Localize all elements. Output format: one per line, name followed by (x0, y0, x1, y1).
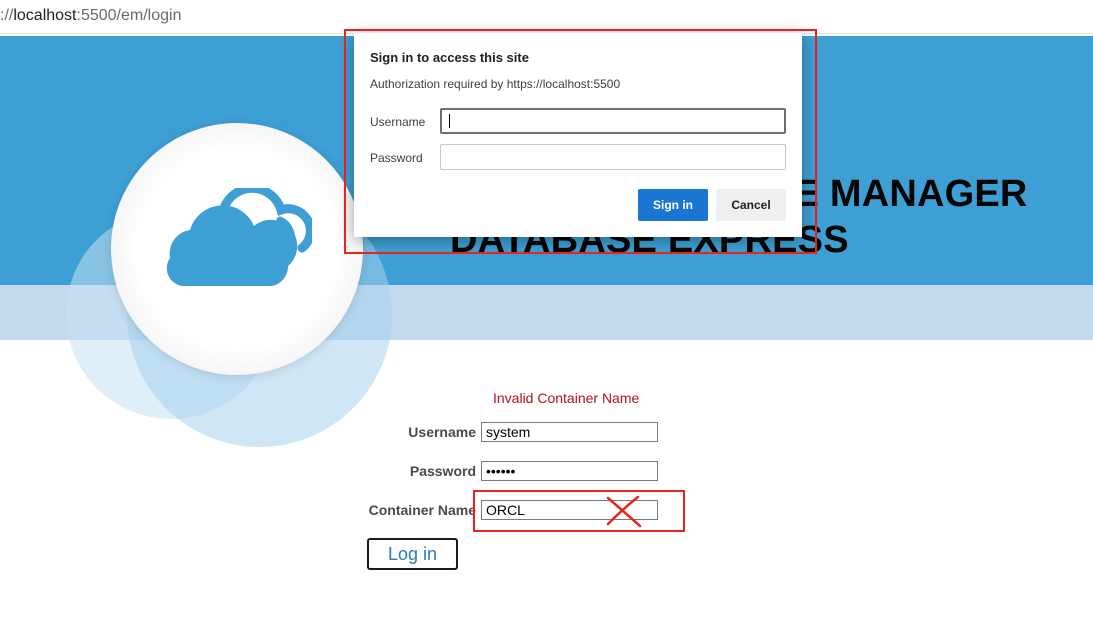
annotation-x-mark (606, 495, 642, 528)
password-label: Password (409, 463, 476, 479)
password-input[interactable] (481, 461, 658, 481)
annotation-box (473, 490, 685, 532)
username-input[interactable] (481, 422, 658, 442)
annotation-box (344, 29, 817, 254)
error-message: Invalid Container Name (493, 390, 640, 406)
container-name-label: Container Name (368, 502, 476, 518)
cloud-icon (166, 188, 312, 286)
login-button[interactable]: Log in (367, 538, 458, 570)
username-label: Username (408, 424, 476, 440)
url-text[interactable]: ://localhost:5500/em/login (0, 7, 181, 25)
